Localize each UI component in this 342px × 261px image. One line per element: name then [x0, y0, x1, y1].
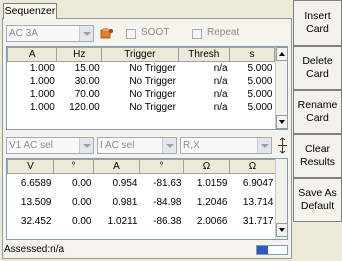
- cell: 70.00: [74, 88, 100, 100]
- col-header-a[interactable]: A: [6, 47, 58, 62]
- cell: 1.2046: [196, 196, 228, 208]
- col-header-r[interactable]: Ω: [183, 159, 230, 174]
- rename-card-label: Rename Card: [297, 99, 338, 124]
- cell: 1.000: [29, 62, 55, 74]
- sequence-scrollbar[interactable]: [275, 47, 288, 129]
- table-row[interactable]: 13.509 0.00 0.981 -84.98 1.2046 13.714: [8, 193, 276, 212]
- cell: No Trigger: [129, 88, 176, 100]
- cell: No Trigger: [129, 62, 176, 74]
- chevron-down-icon: [79, 26, 93, 41]
- cell: 5.000: [247, 101, 273, 113]
- cell: 13.509: [20, 196, 52, 208]
- save-as-default-button[interactable]: Save As Default: [293, 178, 342, 222]
- cell: 13.714: [242, 196, 274, 208]
- scroll-down-icon[interactable]: [276, 115, 288, 129]
- cell: 6.6589: [20, 177, 52, 189]
- soot-checkbox[interactable]: [126, 29, 136, 39]
- v-select[interactable]: V1 AC sel: [6, 137, 94, 154]
- chevron-down-icon: [162, 138, 176, 153]
- col-header-v-angle[interactable]: °: [53, 159, 94, 174]
- soot-label: SOOT: [141, 27, 170, 38]
- cell: -84.98: [153, 196, 182, 208]
- table-row[interactable]: 1.000 15.00 No Trigger n/a 5.000: [8, 62, 275, 75]
- cell: 0.00: [72, 215, 92, 227]
- insert-card-label: Insert Card: [304, 10, 331, 35]
- col-header-trigger[interactable]: Trigger: [101, 47, 179, 62]
- sequence-table: A Hz Trigger Thresh s 1.000 15.00 No Tri…: [6, 46, 288, 130]
- button-column-filler: [293, 222, 342, 261]
- resize-handle-icon[interactable]: [276, 137, 289, 154]
- cell: 1.000: [29, 101, 55, 113]
- ac-source-icon[interactable]: [100, 27, 114, 39]
- ac-select-value: AC 3A: [9, 28, 38, 39]
- status-text: Assessed:n/a: [4, 244, 65, 255]
- insert-card-button[interactable]: Insert Card: [293, 0, 342, 46]
- col-header-hz[interactable]: Hz: [56, 47, 103, 62]
- ac-select[interactable]: AC 3A: [6, 25, 94, 42]
- tab-sequenzer[interactable]: Sequenzer: [3, 3, 57, 19]
- table-row[interactable]: 1.000 120.00 No Trigger n/a 5.000: [8, 101, 275, 114]
- cell: 32.452: [20, 215, 52, 227]
- i-select-value: I AC sel: [100, 140, 135, 151]
- cell: 1.0211: [107, 215, 138, 227]
- rename-card-button[interactable]: Rename Card: [293, 90, 342, 134]
- chevron-down-icon: [257, 138, 271, 153]
- col-header-v[interactable]: V: [7, 159, 54, 174]
- table-row[interactable]: 1.000 70.00 No Trigger n/a 5.000: [8, 88, 275, 101]
- progress-bar: [256, 245, 288, 255]
- col-header-a[interactable]: A: [93, 159, 140, 174]
- v-select-value: V1 AC sel: [9, 140, 53, 151]
- cell: -86.38: [153, 215, 182, 227]
- cell: 0.981: [112, 196, 138, 208]
- col-header-x[interactable]: Ω: [229, 159, 276, 174]
- results-scrollbar[interactable]: [275, 159, 288, 239]
- cell: n/a: [213, 75, 228, 87]
- cell: 5.000: [247, 75, 273, 87]
- cell: No Trigger: [129, 75, 176, 87]
- cell: n/a: [213, 101, 228, 113]
- cell: No Trigger: [129, 101, 176, 113]
- i-select[interactable]: I AC sel: [97, 137, 177, 154]
- progress-fill: [257, 246, 268, 254]
- table-row[interactable]: 32.452 0.00 1.0211 -86.38 2.0066 31.717: [8, 212, 276, 231]
- results-table: V ° A ° Ω Ω 6.6589 0.00 0.954 -81.63 1.0…: [6, 158, 288, 240]
- cell: 120.00: [69, 101, 100, 113]
- cell: 1.000: [29, 75, 55, 87]
- chevron-down-icon: [79, 138, 93, 153]
- cell: 15.00: [74, 62, 100, 74]
- cell: 1.000: [29, 88, 55, 100]
- cell: n/a: [213, 88, 228, 100]
- table-row[interactable]: 6.6589 0.00 0.954 -81.63 1.0159 6.9047: [8, 174, 276, 193]
- table-row[interactable]: 1.000 30.00 No Trigger n/a 5.000: [8, 75, 275, 88]
- cell: n/a: [213, 62, 228, 74]
- rx-select[interactable]: R,X: [180, 137, 272, 154]
- clear-results-label: Clear Results: [299, 143, 335, 168]
- rx-select-value: R,X: [183, 140, 200, 151]
- col-header-s[interactable]: s: [229, 47, 275, 62]
- save-as-default-label: Save As Default: [298, 187, 337, 212]
- cell: 31.717: [242, 215, 274, 227]
- repeat-label: Repeat: [207, 27, 240, 38]
- repeat-checkbox[interactable]: [192, 29, 202, 39]
- cell: 30.00: [74, 75, 100, 87]
- cell: 6.9047: [242, 177, 274, 189]
- cell: -81.63: [153, 177, 182, 189]
- cell: 2.0066: [196, 215, 228, 227]
- col-header-a-angle[interactable]: °: [139, 159, 184, 174]
- col-header-thresh[interactable]: Thresh: [177, 47, 231, 62]
- cell: 1.0159: [196, 177, 228, 189]
- cell: 5.000: [247, 88, 273, 100]
- delete-card-button[interactable]: Delete Card: [293, 46, 342, 90]
- scroll-down-icon[interactable]: [276, 223, 288, 237]
- cell: 0.00: [72, 177, 92, 189]
- cell: 0.954: [112, 177, 138, 189]
- cell: 0.00: [72, 196, 92, 208]
- cell: 5.000: [247, 62, 273, 74]
- delete-card-label: Delete Card: [302, 55, 333, 80]
- clear-results-button[interactable]: Clear Results: [293, 134, 342, 178]
- scroll-up-icon[interactable]: [276, 47, 288, 61]
